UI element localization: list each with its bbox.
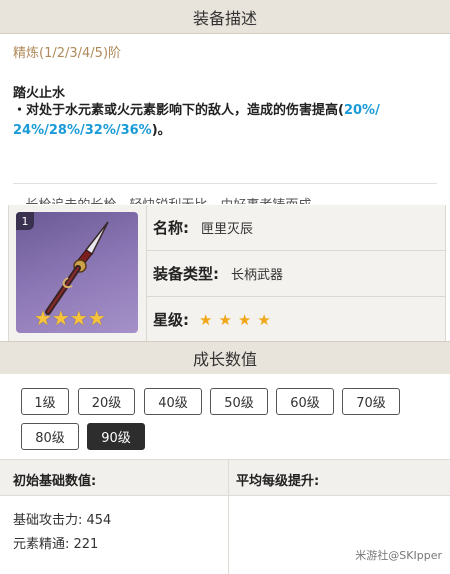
passive-values-2: 24%/28%/32%/36% <box>13 123 152 138</box>
rarity-stars-icon: ★★★★ <box>199 310 277 329</box>
passive-prefix: ・对处于水元素或火元素影响下的敌人，造成的伤害提高( <box>13 103 344 118</box>
passive-text: ・对处于水元素或火元素影响下的敌人，造成的伤害提高(20%/ 24%/28%/3… <box>13 101 437 141</box>
level-button-90[interactable]: 90级 <box>87 423 145 450</box>
section-header-description: 装备描述 <box>0 0 450 34</box>
level-selector: 1级 20级 40级 50级 60级 70级 80级 90级 <box>0 374 450 459</box>
portrait-stars: ★★★★ <box>34 306 106 330</box>
level-button-80[interactable]: 80级 <box>21 423 79 450</box>
section-title: 成长数值 <box>192 350 257 369</box>
stats-header-row: 初始基础数值: 平均每级提升: <box>0 460 450 496</box>
passive-suffix: )。 <box>151 123 171 138</box>
rarity-key: 星级: <box>153 311 189 329</box>
refine-badge: 1 <box>16 212 34 230</box>
name-value: 匣里灭辰 <box>201 222 254 237</box>
description-panel: 精炼(1/2/3/4/5)阶 踏火止水 ・对处于水元素或火元素影响下的敌人，造成… <box>0 34 450 204</box>
level-button-50[interactable]: 50级 <box>210 388 268 415</box>
section-title: 装备描述 <box>192 8 257 28</box>
type-key: 装备类型: <box>153 265 219 283</box>
refine-label: 精炼(1/2/3/4/5)阶 <box>13 46 122 61</box>
level-button-70[interactable]: 70级 <box>342 388 400 415</box>
level-button-1[interactable]: 1级 <box>21 388 69 415</box>
level-button-20[interactable]: 20级 <box>78 388 135 415</box>
col-header-base: 初始基础数值: <box>13 474 97 489</box>
col-header-growth: 平均每级提升: <box>236 474 320 489</box>
weapon-info-card: 1 ★★★★ 名称: 匣里灭辰 装备类型: 长柄武器 星级: ★★★★ <box>8 205 446 341</box>
section-header-growth: 成长数值 <box>0 341 450 375</box>
passive-title: 踏火止水 <box>13 86 66 101</box>
weapon-portrait: 1 ★★★★ <box>16 212 138 333</box>
stat-base-atk: 基础攻击力: 454 <box>13 513 112 528</box>
divider <box>13 183 437 184</box>
weapon-lore-text: ...长枪追击的长枪，轻快锐利无比，由好事者铸而成... <box>13 194 324 204</box>
type-value: 长柄武器 <box>231 268 284 283</box>
weapon-type-row: 装备类型: 长柄武器 <box>147 251 445 297</box>
passive-values-1: 20%/ <box>343 103 380 118</box>
name-key: 名称: <box>153 219 189 237</box>
weapon-name-row: 名称: 匣里灭辰 <box>147 205 445 251</box>
stat-elemental-mastery: 元素精通: 221 <box>13 537 99 552</box>
polearm-icon <box>45 221 109 315</box>
level-button-60[interactable]: 60级 <box>276 388 334 415</box>
column-divider <box>228 460 229 574</box>
watermark: 米游社@SKIpper <box>355 549 442 562</box>
level-button-40[interactable]: 40级 <box>144 388 202 415</box>
weapon-rarity-row: 星级: ★★★★ <box>147 297 445 342</box>
